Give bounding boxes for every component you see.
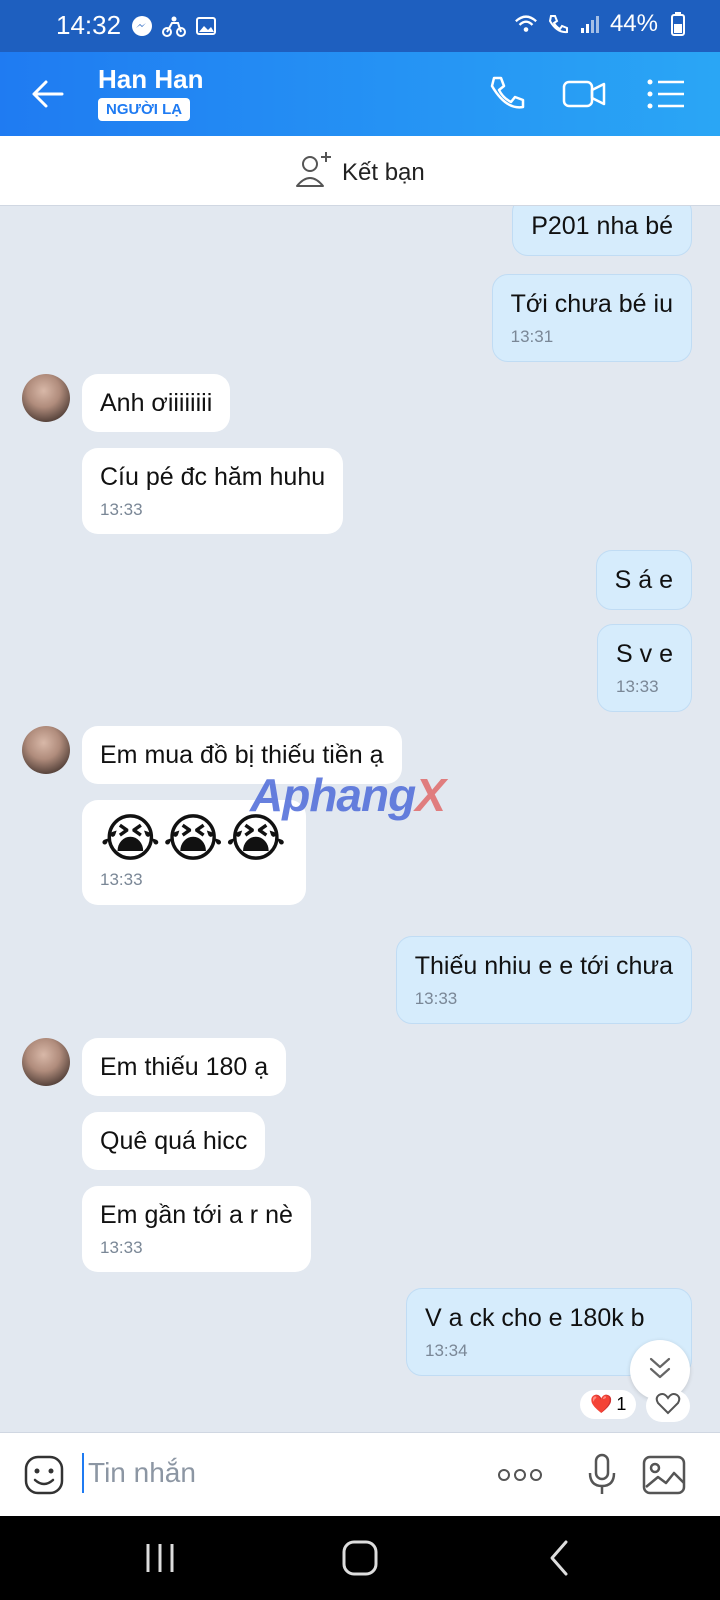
avatar[interactable] bbox=[22, 726, 70, 774]
watermark: AphangX bbox=[250, 769, 446, 821]
message-outgoing[interactable]: Tới chưa bé iu 13:31 bbox=[491, 274, 692, 363]
wifi-icon bbox=[514, 12, 538, 36]
gallery-icon bbox=[194, 14, 218, 38]
message-outgoing[interactable]: S á e bbox=[595, 550, 692, 610]
react-button[interactable] bbox=[646, 1390, 690, 1422]
signal-icon bbox=[578, 12, 602, 36]
system-nav-bar bbox=[0, 1516, 720, 1600]
add-friend-label: Kết bạn bbox=[342, 158, 425, 186]
message-incoming[interactable]: Em gần tới a r nè 13:33 bbox=[82, 1186, 311, 1273]
status-time: 14:32 bbox=[56, 10, 122, 40]
delivery-icon bbox=[162, 14, 186, 38]
home-icon[interactable] bbox=[336, 1536, 384, 1580]
reaction-count[interactable]: ❤️ 1 bbox=[580, 1390, 637, 1419]
contact-name[interactable]: Han Han bbox=[98, 64, 203, 95]
chevron-down-icon bbox=[645, 1353, 675, 1388]
message-incoming[interactable]: Cíu pé đc hăm huhu 13:33 bbox=[82, 448, 344, 535]
more-icon[interactable] bbox=[496, 1451, 544, 1499]
avatar[interactable] bbox=[22, 374, 70, 422]
add-friend-button[interactable]: Kết bạn bbox=[294, 150, 425, 195]
stranger-badge: NGƯỜI LẠ bbox=[98, 98, 191, 121]
message-outgoing[interactable]: S v e 13:33 bbox=[597, 624, 692, 713]
status-bar: 14:32 44% bbox=[0, 0, 720, 52]
message-incoming[interactable]: Anh ơiiiiiiii bbox=[82, 374, 231, 432]
mic-icon[interactable] bbox=[578, 1451, 626, 1499]
messenger-icon bbox=[130, 14, 154, 38]
video-icon[interactable] bbox=[562, 72, 606, 116]
avatar[interactable] bbox=[22, 1038, 70, 1086]
message-incoming[interactable]: Em thiếu 180 ạ bbox=[82, 1038, 287, 1096]
message-time: 13:33 bbox=[100, 1238, 143, 1257]
list-icon[interactable] bbox=[644, 72, 688, 116]
message-input[interactable]: Tin nhắn bbox=[82, 1453, 196, 1493]
message-time: 13:33 bbox=[616, 677, 659, 696]
back-nav-icon[interactable] bbox=[536, 1536, 584, 1580]
back-arrow-icon[interactable] bbox=[28, 72, 68, 116]
battery-icon bbox=[666, 12, 690, 36]
image-icon[interactable] bbox=[640, 1451, 688, 1499]
recents-icon[interactable] bbox=[136, 1536, 184, 1580]
message-incoming[interactable]: Quê quá hicc bbox=[82, 1112, 266, 1170]
message-time: 13:33 bbox=[100, 870, 143, 890]
message-input-bar: Tin nhắn bbox=[0, 1432, 720, 1516]
chat-header: Han Han NGƯỜI LẠ bbox=[0, 52, 720, 136]
message-time: 13:31 bbox=[510, 327, 554, 346]
message-outgoing[interactable]: Thiếu nhiu e e tới chưa 13:33 bbox=[395, 936, 692, 1025]
add-friend-icon bbox=[294, 150, 334, 195]
reaction-number: 1 bbox=[616, 1394, 627, 1414]
heart-outline-icon bbox=[655, 1392, 681, 1421]
message-outgoing[interactable]: P201 nha bé bbox=[512, 206, 692, 256]
emoji-icon[interactable] bbox=[20, 1451, 68, 1499]
phone-icon[interactable] bbox=[484, 72, 528, 116]
add-friend-bar: Kết bạn bbox=[0, 136, 720, 206]
message-time: 13:33 bbox=[414, 989, 458, 1008]
battery-percent: 44% bbox=[609, 10, 658, 37]
message-time: 13:33 bbox=[100, 500, 143, 519]
heart-icon: ❤️ bbox=[590, 1394, 613, 1414]
wifi-call-icon bbox=[546, 12, 570, 36]
